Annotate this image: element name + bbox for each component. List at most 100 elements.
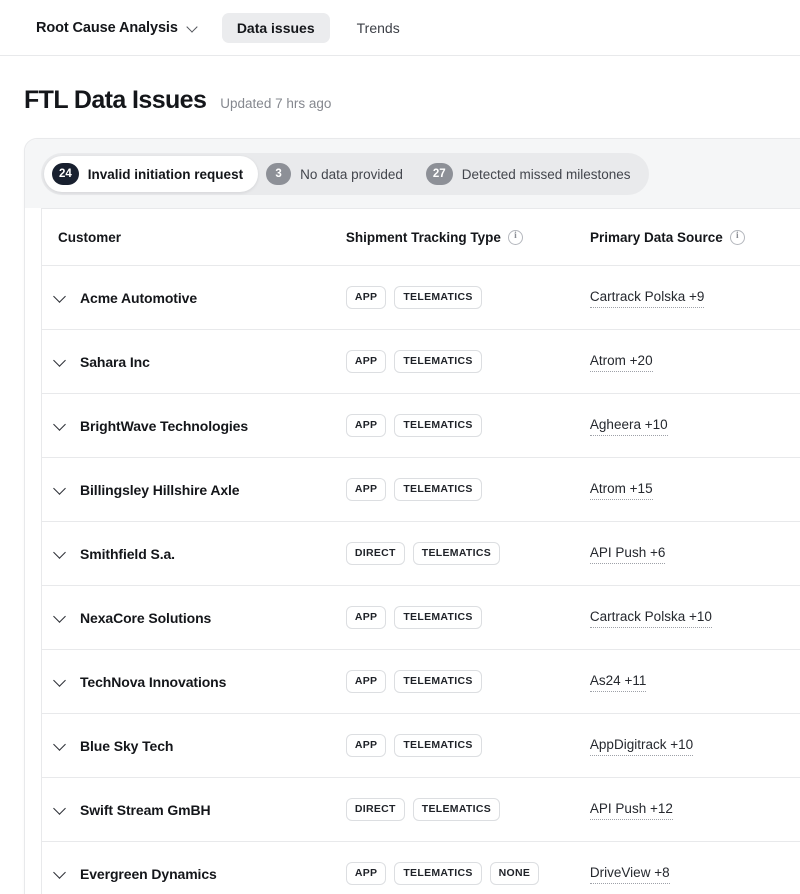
customer-cell: Blue Sky Tech [42, 738, 346, 754]
customer-name: Smithfield S.a. [80, 545, 175, 562]
primary-data-source-cell: As24 +11 [589, 672, 800, 692]
customer-name: Billingsley Hillshire Axle [80, 481, 240, 498]
table-row[interactable]: Evergreen Dynamics APP TELEMATICS NONE Drive… [42, 842, 800, 894]
table-row[interactable]: Billingsley Hillshire Axle APP TELEMATICS A… [42, 458, 800, 522]
table-row[interactable]: NexaCore Solutions APP TELEMATICS Cartrack … [42, 586, 800, 650]
chevron-down-icon[interactable] [54, 803, 67, 816]
tracking-type-cell: APP TELEMATICS [345, 350, 590, 373]
filter-count-badge: 24 [52, 163, 79, 185]
tracking-type-tag: APP [345, 286, 387, 309]
tracking-type-cell: DIRECT TELEMATICS [345, 542, 590, 565]
filter-pill-label: Detected missed milestones [461, 166, 631, 182]
tracking-type-tag: APP [345, 670, 387, 693]
customer-name: TechNova Innovations [80, 673, 227, 690]
info-icon[interactable]: i [507, 229, 523, 245]
tracking-type-cell: APP TELEMATICS [345, 606, 590, 629]
chevron-down-icon[interactable] [54, 355, 67, 368]
customer-name: BrightWave Technologies [80, 417, 249, 434]
primary-data-source-value[interactable]: Cartrack Polska +10 [589, 609, 712, 628]
customer-cell: Sahara Inc [42, 354, 346, 370]
table-header-row: Customer Shipment Tracking Type i Primar… [42, 209, 800, 266]
table-row[interactable]: Blue Sky Tech APP TELEMATICS AppDigitrack +… [42, 714, 800, 778]
tracking-type-cell: APP TELEMATICS [345, 670, 590, 693]
primary-data-source-value[interactable]: DriveView +8 [589, 865, 670, 884]
filter-bar-container: 24 Invalid initiation request 3 No data … [25, 139, 800, 208]
primary-data-source-value[interactable]: Atrom +20 [589, 353, 653, 372]
tracking-type-cell: APP TELEMATICS NONE [345, 862, 590, 885]
column-header-customer: Customer [42, 230, 346, 245]
tracking-type-tag: TELEMATICS [394, 670, 482, 693]
chevron-down-icon[interactable] [54, 739, 67, 752]
tracking-type-tag: DIRECT [345, 798, 405, 821]
tracking-type-tag: TELEMATICS [394, 350, 482, 373]
customer-cell: BrightWave Technologies [42, 418, 346, 434]
chevron-down-icon[interactable] [54, 547, 67, 560]
customer-cell: NexaCore Solutions [42, 610, 346, 626]
customer-cell: Evergreen Dynamics [42, 866, 346, 882]
tab-data-issues[interactable]: Data issues [221, 12, 330, 43]
data-issues-card: 24 Invalid initiation request 3 No data … [24, 138, 800, 894]
chevron-down-icon[interactable] [54, 419, 67, 432]
nav-dropdown-label: Root Cause Analysis [36, 19, 178, 36]
primary-data-source-cell: AppDigitrack +10 [589, 736, 800, 756]
info-icon[interactable]: i [729, 229, 745, 245]
chevron-down-icon[interactable] [54, 483, 67, 496]
chevron-down-icon[interactable] [54, 675, 67, 688]
filter-pill-label: Invalid initiation request [87, 166, 244, 182]
root-cause-analysis-dropdown[interactable]: Root Cause Analysis [24, 14, 210, 42]
filter-count-badge: 3 [266, 163, 292, 185]
customer-name: Sahara Inc [80, 353, 150, 370]
primary-data-source-value[interactable]: API Push +12 [589, 801, 673, 820]
filter-count-badge: 27 [425, 163, 453, 185]
tracking-type-tag: TELEMATICS [412, 798, 501, 821]
tab-trends[interactable]: Trends [342, 13, 415, 43]
table-row[interactable]: TechNova Innovations APP TELEMATICS As24 +1… [42, 650, 800, 714]
customer-cell: Acme Automotive [42, 290, 346, 306]
primary-data-source-cell: Atrom +15 [589, 480, 800, 500]
tracking-type-tag: TELEMATICS [394, 862, 482, 885]
column-header-label: Primary Data Source [589, 229, 723, 245]
chevron-down-icon[interactable] [54, 867, 67, 880]
primary-data-source-value[interactable]: Atrom +15 [589, 481, 653, 500]
table-row[interactable]: Sahara Inc APP TELEMATICS Atrom +20 [42, 330, 800, 394]
primary-data-source-value[interactable]: AppDigitrack +10 [589, 737, 694, 756]
primary-data-source-cell: API Push +6 [589, 544, 800, 564]
tracking-type-tag: APP [345, 414, 387, 437]
last-updated-label: Updated 7 hrs ago [220, 96, 332, 111]
filter-pill-detected-missed-milestones[interactable]: 27 Detected missed milestones [418, 156, 646, 192]
tracking-type-tag: APP [345, 606, 387, 629]
primary-data-source-value[interactable]: API Push +6 [589, 545, 666, 564]
primary-data-source-cell: Cartrack Polska +9 [589, 288, 800, 308]
tracking-type-tag: APP [345, 350, 387, 373]
tracking-type-cell: APP TELEMATICS [345, 478, 590, 501]
chevron-down-icon [187, 22, 198, 33]
filter-pill-invalid-initiation-request[interactable]: 24 Invalid initiation request [44, 156, 259, 192]
primary-data-source-value[interactable]: As24 +11 [589, 673, 647, 692]
tracking-type-cell: APP TELEMATICS [345, 414, 590, 437]
customer-cell: Smithfield S.a. [42, 546, 346, 562]
tracking-type-tag: APP [345, 478, 387, 501]
tracking-type-cell: APP TELEMATICS [345, 286, 590, 309]
primary-data-source-value[interactable]: Agheera +10 [589, 417, 668, 436]
filter-pill-no-data-provided[interactable]: 3 No data provided [258, 156, 418, 192]
customer-name: Blue Sky Tech [80, 737, 174, 754]
table-row[interactable]: Swift Stream GmBH DIRECT TELEMATICS API Pus… [42, 778, 800, 842]
tracking-type-tag: TELEMATICS [394, 414, 482, 437]
tracking-type-tag: TELEMATICS [412, 542, 501, 565]
table-row[interactable]: BrightWave Technologies APP TELEMATICS Aghe… [42, 394, 800, 458]
customer-cell: TechNova Innovations [42, 674, 346, 690]
column-header-label: Customer [58, 229, 122, 245]
chevron-down-icon[interactable] [54, 611, 67, 624]
primary-data-source-value[interactable]: Cartrack Polska +9 [589, 289, 705, 308]
customer-name: Swift Stream GmBH [80, 801, 211, 818]
data-issues-table: Customer Shipment Tracking Type i Primar… [41, 208, 800, 894]
primary-data-source-cell: Atrom +20 [589, 352, 800, 372]
table-row[interactable]: Acme Automotive APP TELEMATICS Cartrack Pol… [42, 266, 800, 330]
top-navigation-bar: Root Cause Analysis Data issues Trends [0, 0, 800, 56]
filter-pill-label: No data provided [300, 166, 403, 182]
tracking-type-cell: APP TELEMATICS [345, 734, 590, 757]
chevron-down-icon[interactable] [54, 291, 67, 304]
primary-data-source-cell: Agheera +10 [589, 416, 800, 436]
column-header-shipment-tracking-type: Shipment Tracking Type i [346, 229, 590, 245]
table-row[interactable]: Smithfield S.a. DIRECT TELEMATICS API Push … [42, 522, 800, 586]
